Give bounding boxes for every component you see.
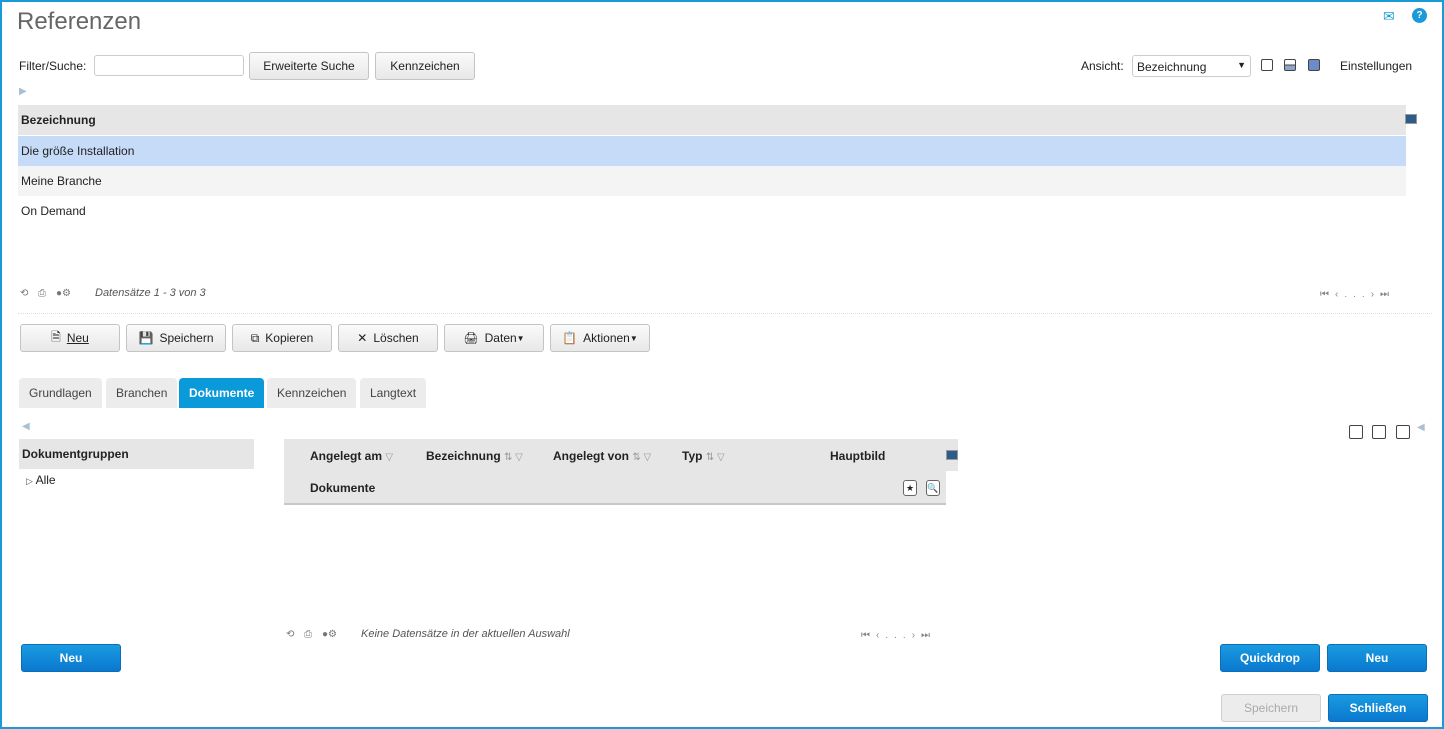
save-icon: 💾 (138, 331, 154, 345)
caret-down-icon: ▼ (629, 333, 638, 343)
list-row[interactable]: Die größe Installation (18, 136, 1406, 166)
tab-grundlagen[interactable]: Grundlagen (19, 378, 102, 408)
column-bezeichnung[interactable]: Bezeichnung (21, 113, 96, 127)
actions-label: Aktionen (583, 331, 630, 345)
next-page-icon[interactable]: › (912, 630, 921, 641)
view-select[interactable]: Bezeichnung ▼ (1132, 55, 1251, 77)
kennzeichen-button[interactable]: Kennzeichen (375, 52, 475, 80)
expand-arrow-icon[interactable]: ▶ (19, 86, 27, 97)
documents-group-row (284, 471, 946, 505)
new-button[interactable]: 🗎 Neu (20, 324, 120, 352)
layout-single-icon[interactable] (1261, 59, 1273, 74)
layout-right-icon[interactable] (1396, 425, 1410, 442)
list-pager[interactable]: ⏮‹...›⏭ (1320, 289, 1395, 300)
layout-bottom-icon[interactable] (1372, 425, 1386, 442)
actions-menu-button[interactable]: 📋 Aktionen ▼ (550, 324, 650, 352)
help-icon[interactable]: ? (1412, 8, 1427, 23)
list-status: Datensätze 1 - 3 von 3 (95, 287, 206, 299)
mail-icon[interactable]: ✉ (1383, 8, 1395, 25)
page-dots: ... (885, 630, 912, 641)
tab-langtext[interactable]: Langtext (360, 378, 427, 408)
list-header[interactable]: Bezeichnung (18, 105, 1406, 135)
document-icon: 🗎 (51, 329, 61, 344)
first-page-icon[interactable]: ⏮ (1320, 289, 1335, 300)
filter-label: Filter/Suche: (19, 59, 87, 73)
chevron-down-icon: ▼ (1237, 60, 1246, 70)
divider (18, 313, 1432, 314)
print-icon[interactable]: ⎙ (304, 629, 312, 640)
clipboard-icon: 📋 (562, 331, 578, 345)
filter-icon: ▽ (385, 452, 394, 463)
documents-group-label: Dokumente (310, 481, 376, 495)
list-row[interactable]: Meine Branche (18, 166, 1406, 196)
settings-dots-icon[interactable]: ●⚙ (322, 629, 337, 640)
collapse-right-icon[interactable]: ◀ (1417, 422, 1425, 433)
layout-full-icon[interactable] (1308, 59, 1320, 74)
documents-pager[interactable]: ⏮‹...›⏭ (861, 630, 936, 641)
documents-status: Keine Datensätze in der aktuellen Auswah… (361, 628, 570, 640)
column-hauptbild[interactable]: Hauptbild (830, 449, 885, 463)
tab-kennzeichen[interactable]: Kennzeichen (267, 378, 357, 408)
layout-split-icon[interactable] (1284, 59, 1296, 74)
filter-input[interactable] (94, 55, 244, 76)
column-bezeichnung[interactable]: Bezeichnung ⇅ ▽ (426, 449, 523, 463)
delete-button[interactable]: ✕ Löschen (338, 324, 438, 352)
refresh-icon[interactable]: ⟲ (20, 288, 28, 299)
star-icon[interactable]: ★ (903, 480, 917, 496)
next-page-icon[interactable]: › (1371, 289, 1380, 300)
prev-page-icon[interactable]: ‹ (876, 630, 885, 641)
caret-down-icon: ▼ (516, 333, 525, 343)
settings-dots-icon[interactable]: ●⚙ (56, 288, 71, 299)
view-selected: Bezeichnung (1137, 60, 1207, 74)
page-title: Referenzen (17, 8, 142, 35)
last-page-icon[interactable]: ⏭ (1380, 289, 1395, 300)
tree-item-alle[interactable]: ▷ Alle (26, 473, 56, 487)
print-icon[interactable]: ⎙ (38, 288, 46, 299)
column-angelegt-von[interactable]: Angelegt von ⇅ ▽ (553, 449, 651, 463)
first-page-icon[interactable]: ⏮ (861, 630, 876, 641)
settings-link[interactable]: Einstellungen (1340, 59, 1412, 73)
export-icon[interactable] (1405, 114, 1417, 124)
data-icon: 🖨 (463, 331, 479, 345)
docgroups-header: Dokumentgruppen (19, 439, 254, 469)
document-new-button[interactable]: Neu (1327, 644, 1427, 672)
filter-icon: ⇅ ▽ (504, 452, 523, 463)
expand-triangle-icon: ▷ (26, 476, 33, 486)
data-menu-button[interactable]: 🖨 Daten ▼ (444, 324, 544, 352)
save-button[interactable]: 💾 Speichern (126, 324, 226, 352)
tab-branchen[interactable]: Branchen (106, 378, 178, 408)
quickdrop-button[interactable]: Quickdrop (1220, 644, 1320, 672)
column-typ[interactable]: Typ ⇅ ▽ (682, 449, 725, 463)
extended-search-button[interactable]: Erweiterte Suche (249, 52, 369, 80)
close-button[interactable]: Schließen (1328, 694, 1428, 722)
collapse-arrow-icon[interactable]: ◀ (22, 421, 30, 432)
refresh-icon[interactable]: ⟲ (286, 629, 294, 640)
footer-save-button[interactable]: Speichern (1221, 694, 1321, 722)
docgroup-new-button[interactable]: Neu (21, 644, 121, 672)
copy-icon: ⧉ (250, 330, 260, 345)
delete-label: Löschen (373, 331, 419, 345)
new-label: Neu (66, 331, 89, 345)
copy-label: Kopieren (265, 331, 314, 345)
tree-item-label: Alle (35, 473, 56, 487)
layout-left-icon[interactable] (1349, 425, 1363, 442)
search-icon[interactable]: 🔍 (926, 480, 940, 496)
data-label: Daten (484, 331, 517, 345)
view-label: Ansicht: (1081, 59, 1124, 73)
copy-button[interactable]: ⧉ Kopieren (232, 324, 332, 352)
prev-page-icon[interactable]: ‹ (1335, 289, 1344, 300)
filter-icon: ⇅ ▽ (632, 452, 652, 463)
save-label: Speichern (159, 331, 214, 345)
column-angelegt-am[interactable]: Angelegt am ▽ (310, 449, 393, 463)
last-page-icon[interactable]: ⏭ (921, 630, 936, 641)
page-dots: ... (1344, 289, 1371, 300)
close-icon: ✕ (357, 331, 368, 345)
export-icon[interactable] (946, 450, 958, 460)
tab-dokumente[interactable]: Dokumente (179, 378, 265, 408)
filter-icon: ⇅ ▽ (705, 452, 725, 463)
list-row[interactable]: On Demand (18, 196, 1406, 226)
